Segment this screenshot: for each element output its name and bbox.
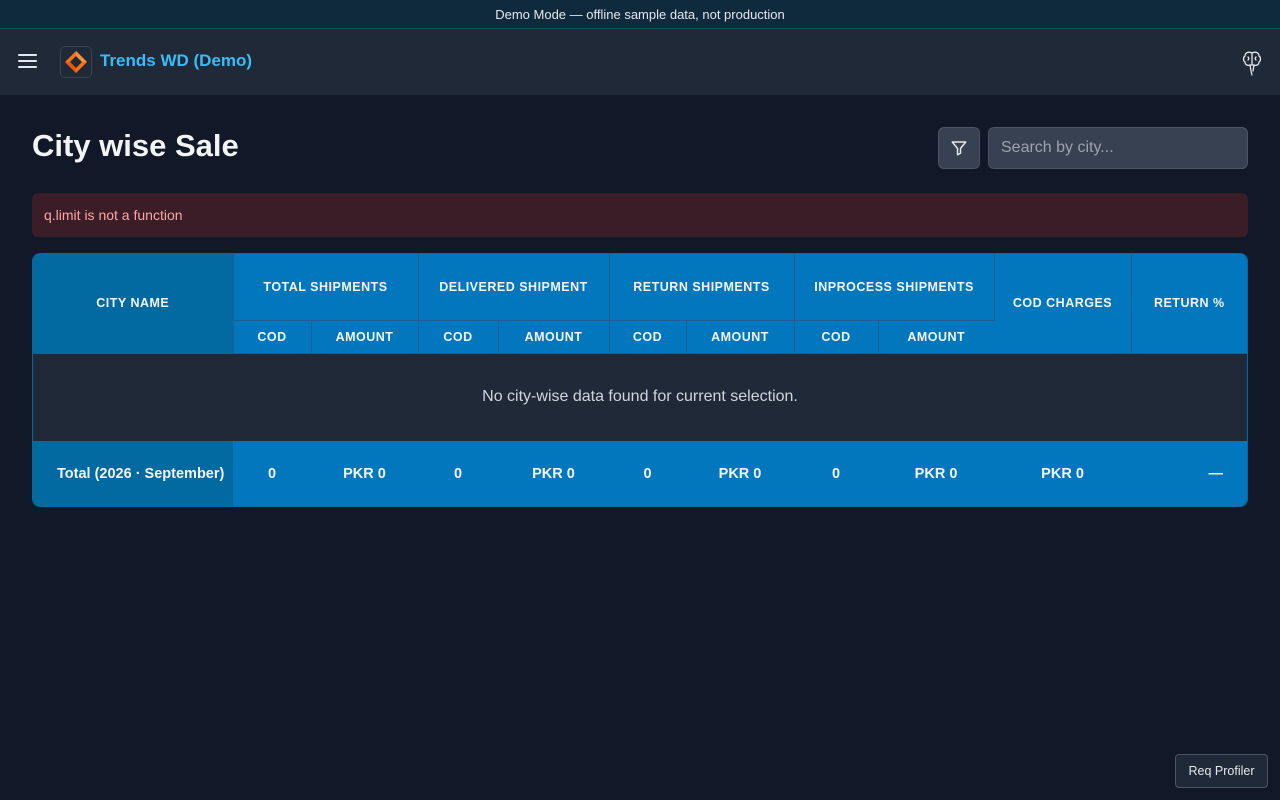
error-message: q.limit is not a function xyxy=(32,193,1248,237)
total-amount-value: PKR 0 xyxy=(311,441,418,506)
cod-charges-value: PKR 0 xyxy=(994,441,1132,506)
req-profiler-button[interactable]: Req Profiler xyxy=(1175,754,1268,788)
subheader-delivered-amount[interactable]: Amount xyxy=(498,320,610,354)
brand-title[interactable]: Trends WD (Demo) xyxy=(100,51,252,71)
empty-message: No city-wise data found for current sele… xyxy=(33,353,1247,441)
filter-button[interactable] xyxy=(938,127,980,169)
subheader-return-cod[interactable]: COD xyxy=(609,320,687,354)
subheader-inprocess-amount[interactable]: Amount xyxy=(878,320,995,354)
delivered-cod-value: 0 xyxy=(418,441,498,506)
logo-icon xyxy=(65,51,87,73)
subheader-return-amount[interactable]: Amount xyxy=(686,320,795,354)
header-delivered-shipment: Delivered Shipment xyxy=(418,254,610,321)
header-total-shipments: Total Shipments xyxy=(233,254,419,321)
header-return-percent[interactable]: Return % xyxy=(1131,254,1247,354)
total-label: Total (2026 · September) xyxy=(33,441,233,506)
subheader-total-amount[interactable]: Amount xyxy=(311,320,419,354)
delivered-amount-value: PKR 0 xyxy=(498,441,610,506)
hamburger-icon[interactable] xyxy=(18,51,38,71)
top-bar: Trends WD (Demo) xyxy=(0,29,1280,95)
subheader-inprocess-cod[interactable]: COD xyxy=(794,320,879,354)
inprocess-amount-value: PKR 0 xyxy=(878,441,995,506)
header-return-shipments: Return Shipments xyxy=(609,254,795,321)
brain-icon[interactable] xyxy=(1240,49,1264,77)
return-cod-value: 0 xyxy=(609,441,687,506)
header-cod-charges[interactable]: COD Charges xyxy=(994,254,1132,354)
empty-row: No city-wise data found for current sele… xyxy=(33,353,1247,441)
demo-mode-banner: Demo Mode — offline sample data, not pro… xyxy=(0,0,1280,29)
filter-icon xyxy=(951,141,967,156)
header-city-name[interactable]: City Name xyxy=(33,254,234,354)
inprocess-cod-value: 0 xyxy=(794,441,879,506)
subheader-total-cod[interactable]: COD xyxy=(233,320,312,354)
header-inprocess-shipments: Inprocess Shipments xyxy=(794,254,995,321)
page-title: City wise Sale xyxy=(32,128,239,163)
error-text: q.limit is not a function xyxy=(44,207,183,223)
return-amount-value: PKR 0 xyxy=(686,441,795,506)
city-sales-table: City Name Total Shipments Delivered Ship… xyxy=(32,253,1248,507)
total-row: Total (2026 · September) 0 PKR 0 0 PKR 0… xyxy=(33,441,1247,506)
demo-mode-text: Demo Mode — offline sample data, not pro… xyxy=(495,6,785,22)
total-cod-value: 0 xyxy=(233,441,311,506)
search-city-input[interactable] xyxy=(988,127,1248,169)
subheader-delivered-cod[interactable]: COD xyxy=(418,320,499,354)
app-logo[interactable] xyxy=(60,46,92,78)
return-percent-value: — xyxy=(1131,441,1247,506)
